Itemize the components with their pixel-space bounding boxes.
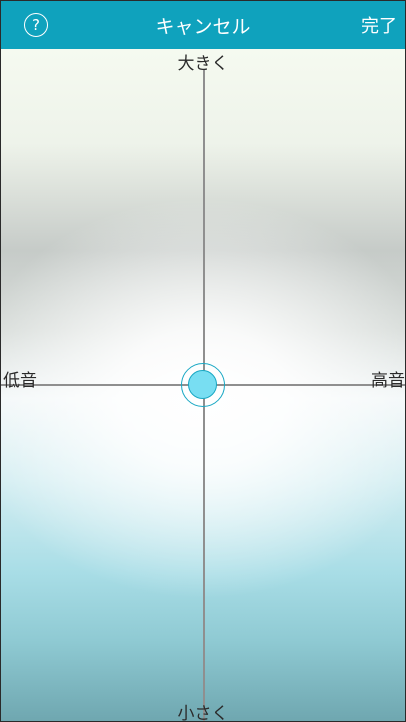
pad-handle[interactable]: [181, 363, 225, 407]
label-quieter: 小さく: [177, 704, 229, 722]
cancel-area: キャンセル: [1, 1, 405, 49]
label-louder: 大きく: [177, 54, 229, 74]
label-treble: 高音: [371, 371, 405, 391]
help-button[interactable]: ?: [24, 13, 48, 37]
app-frame: ? キャンセル 完了 大きく 小さく 低音 高音: [0, 0, 406, 722]
label-bass: 低音: [3, 371, 37, 391]
xy-control-pad[interactable]: 大きく 小さく 低音 高音: [1, 49, 405, 721]
pad-handle-dot: [188, 370, 217, 399]
top-bar: ? キャンセル 完了: [1, 1, 405, 49]
done-button[interactable]: 完了: [361, 1, 397, 49]
question-icon: ?: [32, 15, 40, 34]
cancel-button[interactable]: キャンセル: [155, 12, 250, 39]
